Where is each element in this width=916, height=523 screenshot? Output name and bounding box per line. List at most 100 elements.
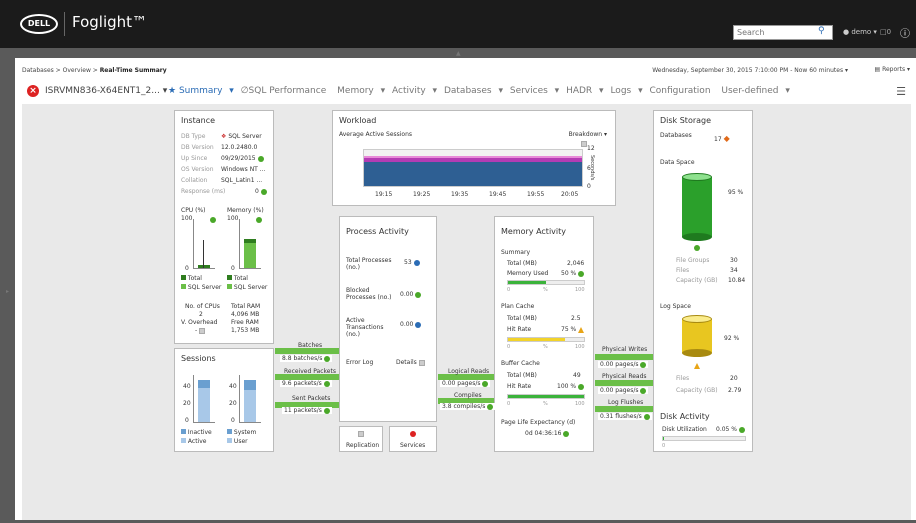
os-version-value: Windows NT ... [221,166,266,173]
ple-text: 0d 04:36:16 [525,430,562,437]
breadcrumb-path[interactable]: Databases > Overview > [22,67,100,74]
workload-subtitle: Average Active Sessions [339,131,413,138]
db-type-value: ❖ SQL Server [221,133,262,140]
workload-panel: Workload Average Active Sessions Breakdo… [332,110,616,206]
reports-menu[interactable]: ▤ Reports ▾ [874,66,910,73]
db-type-text: SQL Server [228,133,262,140]
error-log-details[interactable]: Details [396,359,425,366]
response-text: 0 [255,188,259,195]
pc-total-label: Total (MB) [507,315,537,322]
main-content: Databases > Overview > Real-Time Summary… [15,58,916,520]
user-menu[interactable]: ● demo ▾ [843,28,877,36]
details-icon[interactable] [199,327,206,334]
info-status-icon[interactable] [415,321,422,328]
memory-label: Memory (%) [227,207,264,214]
legend-label: Inactive [187,429,212,436]
breadcrumb[interactable]: Databases > Overview > Real-Time Summary [22,67,167,74]
nav-menu: ★ Summary ▾ ∅SQL Performance Memory ▾ Ac… [168,86,794,96]
batches-label: Batches [298,342,323,349]
bc-total-value: 49 [573,372,581,379]
legend-label: Active [187,438,207,445]
mem-used-fill [508,281,546,284]
file-groups-value: 30 [730,257,738,264]
physical-reads-flow [595,380,653,386]
scale-min: 0 [507,401,511,407]
tab-databases[interactable]: Databases ▾ [444,86,503,96]
tab-sql-performance[interactable]: ∅SQL Performance [241,86,331,96]
ok-status-icon [640,361,647,368]
cpus-label: No. of CPUs [185,303,220,310]
batches-value: 8.8 batches/s [280,355,333,362]
legend-user: User [227,438,248,445]
ok-status-icon [415,291,422,298]
disk-util-bar [662,436,746,441]
sent-packets-label: Sent Packets [292,395,331,402]
collapse-arrow-icon[interactable]: ▲ [456,50,461,57]
ok-status-icon [487,403,494,410]
legend-label: System [233,429,257,436]
details-icon[interactable] [418,359,425,366]
up-since-text: 09/29/2015 [221,155,256,162]
server-selector[interactable]: ISRVMN836-X64ENT1_2... ▾ [45,86,167,96]
pc-hit-label: Hit Rate [507,326,532,333]
tab-services[interactable]: Services ▾ [510,86,559,96]
process-title: Process Activity [346,227,409,236]
breakdown-dropdown[interactable]: Breakdown ▾ [569,131,607,138]
info-icon[interactable]: ⓘ [900,25,910,40]
pc-total-value: 2.5 [571,315,581,322]
mem-used-bar [507,280,585,285]
disk-util-fill [663,437,664,440]
log-files-label: Files [676,375,690,382]
physical-writes-label: Physical Writes [602,346,648,353]
db-version-value: 12.0.2480.0 [221,144,258,151]
sql-server-logo-icon: ❖ [221,133,227,140]
mem-total-label: Total (MB) [507,260,537,267]
cpu-total-bar [198,265,210,268]
tab-memory[interactable]: Memory ▾ [337,86,385,96]
active-bar [198,380,210,388]
tab-configuration[interactable]: Configuration [649,86,714,96]
tab-activity[interactable]: Activity ▾ [392,86,437,96]
data-space-pct: 95 % [728,189,744,196]
blocked-processes-value: 0.00 [400,291,422,298]
tab-user-defined[interactable]: User-defined ▾ [721,86,789,96]
disk-title: Disk Storage [660,116,712,125]
cpu-chart [193,219,215,269]
tab-summary[interactable]: ★ Summary ▾ [168,86,234,96]
mem-used-value: 50 % [561,270,585,277]
time-range-selector[interactable]: Wednesday, September 30, 2015 7:10:00 PM… [652,67,848,74]
ok-status-icon [640,387,647,394]
received-packets-value: 9.6 packets/s [280,380,332,387]
search-icon[interactable]: ⚲ [818,26,825,36]
tab-hadr[interactable]: HADR ▾ [566,86,604,96]
info-status-icon[interactable] [413,259,420,266]
services-button[interactable]: Services [389,426,437,452]
databases-alert-icon[interactable]: ◆ [724,134,730,143]
free-ram-value: 1,753 MB [231,327,260,334]
replication-button[interactable]: Replication [339,426,383,452]
dashboard-canvas: Instance DB Type ❖ SQL Server DB Version… [22,104,911,520]
error-log-label: Error Log [346,359,374,366]
nav-bar: × ISRVMN836-X64ENT1_2... ▾ ★ Summary ▾ ∅… [23,83,916,99]
util-scale-min: 0 [662,443,666,449]
time-range-label[interactable]: Wednesday, September 30, 2015 7:10:00 PM… [652,67,843,74]
total-processes-label: Total Processes (no.) [346,257,392,271]
expand-left-icon[interactable]: ▸ [6,288,9,295]
breadcrumb-current: Real-Time Summary [99,67,167,74]
voverhead-value: - [195,327,206,334]
tab-activity-label: Activity [392,86,426,96]
compiles-label: Compiles [454,392,482,399]
tab-databases-label: Databases [443,86,492,96]
data-space-cylinder [682,173,712,241]
tab-sql-performance-label: SQL Performance [248,86,327,96]
memory-chart [239,219,261,269]
tab-logs[interactable]: Logs ▾ [610,86,642,96]
log-space-label: Log Space [660,303,691,310]
ok-status-icon [577,383,584,390]
mem-sql-bar [244,239,256,243]
error-status-icon: × [27,85,39,97]
hamburger-menu-icon[interactable]: ☰ [896,85,906,98]
pc-hit-text: 75 % [561,326,577,333]
ok-status-icon [563,430,570,437]
messages-icon[interactable]: □0 [880,28,891,36]
